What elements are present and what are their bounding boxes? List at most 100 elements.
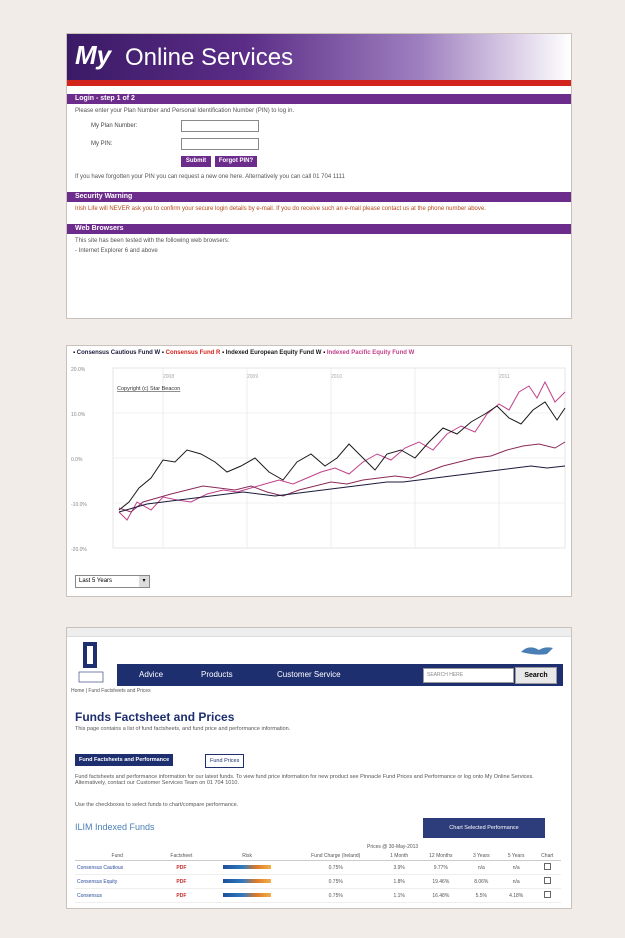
- browsers-header: Web Browsers: [67, 224, 571, 234]
- charge-cell: 0.75%: [290, 860, 381, 875]
- chart-checkbox[interactable]: [543, 863, 551, 870]
- column-header: Fund: [75, 852, 160, 861]
- m1-cell: 1.8%: [380, 874, 418, 889]
- factsheet-pdf-icon[interactable]: PDF: [159, 888, 204, 903]
- nav-advice[interactable]: Advice: [139, 670, 163, 679]
- column-header: Risk: [203, 852, 291, 861]
- legend-item-3[interactable]: Indexed European Equity Fund W: [226, 350, 322, 356]
- performance-chart: 20.0% 10.0% 0.0% -10.0% -20.0% 2008 2009…: [71, 367, 566, 553]
- login-buttons: Submit Forgot PIN?: [67, 154, 571, 170]
- banner-title: Online Services: [125, 44, 294, 71]
- security-header: Security Warning: [67, 192, 571, 202]
- breadcrumb[interactable]: Home | Fund Factsheets and Prices: [71, 688, 151, 694]
- plan-label: My Plan Number:: [91, 123, 138, 129]
- fund-chart-screenshot: ▪ Consensus Cautious Fund W ▪ Consensus …: [66, 345, 572, 597]
- y5-cell: n/a: [498, 860, 534, 875]
- fund-link[interactable]: Consensus Equity: [75, 874, 160, 889]
- forgot-text: If you have forgotten your PIN you can r…: [75, 174, 345, 180]
- m12-cell: 19.46%: [417, 874, 464, 889]
- column-header: 3 Years: [463, 852, 499, 861]
- m12-cell: 9.77%: [417, 860, 464, 875]
- chart-copyright: Copyright (c) Star Beacon: [117, 386, 180, 392]
- y5-cell: 4.18%: [498, 888, 534, 903]
- table-header-row: Fund Factsheet Risk Fund Charge (Ireland…: [75, 852, 561, 861]
- pin-label: My PIN:: [91, 141, 113, 147]
- y-tick: 0.0%: [71, 457, 83, 463]
- forgot-pin-button[interactable]: Forgot PIN?: [215, 156, 257, 167]
- legend-item-2[interactable]: Consensus Fund R: [166, 350, 221, 356]
- y-tick: 10.0%: [71, 412, 86, 418]
- m1-cell: 3.9%: [380, 860, 418, 875]
- risk-cell: [203, 888, 291, 903]
- chart-cell: [533, 874, 561, 889]
- tab-fund-prices[interactable]: Fund Prices: [205, 754, 245, 768]
- plan-number-input[interactable]: [181, 120, 259, 132]
- chart-legend: ▪ Consensus Cautious Fund W ▪ Consensus …: [73, 350, 415, 356]
- risk-bar: [223, 878, 272, 883]
- table-row: Consensus Cautious PDF 0.75% 3.9% 9.77% …: [75, 860, 561, 875]
- chart-checkbox[interactable]: [543, 877, 551, 884]
- chart-cell: [533, 888, 561, 903]
- y-tick: -20.0%: [71, 547, 87, 553]
- red-bar: [67, 80, 571, 86]
- browsers-text: This site has been tested with the follo…: [75, 238, 230, 244]
- charge-cell: 0.75%: [290, 888, 381, 903]
- plan-row: My Plan Number:: [67, 118, 571, 136]
- table-row: Consensus Equity PDF 0.75% 1.8% 19.46% 8…: [75, 874, 561, 889]
- funds-factsheet-screenshot: Advice Products Customer Service SEARCH …: [66, 627, 572, 909]
- year-tick: 2011: [499, 374, 510, 380]
- fund-link[interactable]: Consensus: [75, 888, 160, 903]
- factsheet-pdf-icon[interactable]: PDF: [159, 874, 204, 889]
- column-header: Factsheet: [159, 852, 204, 861]
- y-tick: 20.0%: [71, 367, 86, 373]
- security-text: Irish Life will NEVER ask you to confirm…: [75, 206, 486, 212]
- bird-logo-icon: [521, 647, 553, 655]
- chevron-down-icon: ▾: [139, 576, 149, 587]
- search-input[interactable]: SEARCH HERE: [423, 668, 514, 683]
- browser-item: - Internet Explorer 6 and above: [75, 248, 158, 254]
- y5-cell: n/a: [498, 874, 534, 889]
- period-select[interactable]: Last 5 Years ▾: [75, 575, 150, 588]
- funds-table: Fund Factsheet Risk Fund Charge (Ireland…: [75, 852, 561, 903]
- chart-performance-button[interactable]: Chart Selected Performance: [423, 818, 545, 838]
- table-row: Consensus PDF 0.75% 1.1% 16.48% 5.5% 4.1…: [75, 888, 561, 903]
- legend-item-4[interactable]: Indexed Pacific Equity Fund W: [327, 350, 414, 356]
- login-intro: Please enter your Plan Number and Person…: [75, 108, 295, 114]
- price-date: Prices @ 30-May-2013: [367, 844, 419, 850]
- y-tick: -10.0%: [71, 502, 87, 508]
- charge-cell: 0.75%: [290, 874, 381, 889]
- nav-products[interactable]: Products: [201, 670, 233, 679]
- period-select-value: Last 5 Years: [79, 578, 113, 584]
- page-title: Funds Factsheet and Prices: [75, 710, 235, 724]
- risk-cell: [203, 874, 291, 889]
- login-screenshot: My Online Services Login - step 1 of 2 P…: [66, 33, 572, 319]
- pin-row: My PIN:: [67, 136, 571, 154]
- risk-cell: [203, 860, 291, 875]
- y3-cell: n/a: [463, 860, 499, 875]
- login-header: Login - step 1 of 2: [67, 94, 571, 104]
- nav-customer-service[interactable]: Customer Service: [277, 670, 341, 679]
- chart-checkbox[interactable]: [543, 891, 551, 898]
- column-header: Chart: [533, 852, 561, 861]
- year-tick: 2010: [331, 374, 342, 380]
- m12-cell: 16.48%: [417, 888, 464, 903]
- pin-input[interactable]: [181, 138, 259, 150]
- section-title: ILIM Indexed Funds: [75, 822, 155, 832]
- fund-link[interactable]: Consensus Cautious: [75, 860, 160, 875]
- legend-item-1[interactable]: Consensus Cautious Fund W: [77, 350, 160, 356]
- factsheet-pdf-icon[interactable]: PDF: [159, 860, 204, 875]
- irish-life-logo-icon: [78, 642, 104, 683]
- year-tick: 2009: [247, 374, 258, 380]
- column-header: Fund Charge (Ireland): [290, 852, 381, 861]
- m1-cell: 1.1%: [380, 888, 418, 903]
- search-button[interactable]: Search: [515, 667, 557, 684]
- chart-cell: [533, 860, 561, 875]
- column-header: 5 Years: [498, 852, 534, 861]
- column-header: 12 Months: [417, 852, 464, 861]
- year-tick: 2008: [163, 374, 174, 380]
- risk-bar: [223, 864, 272, 869]
- tab-factsheets[interactable]: Fund Factsheets and Performance: [75, 754, 174, 766]
- submit-button[interactable]: Submit: [181, 156, 211, 167]
- risk-bar: [223, 892, 272, 897]
- page-subtitle: This page contains a list of fund factsh…: [75, 726, 291, 732]
